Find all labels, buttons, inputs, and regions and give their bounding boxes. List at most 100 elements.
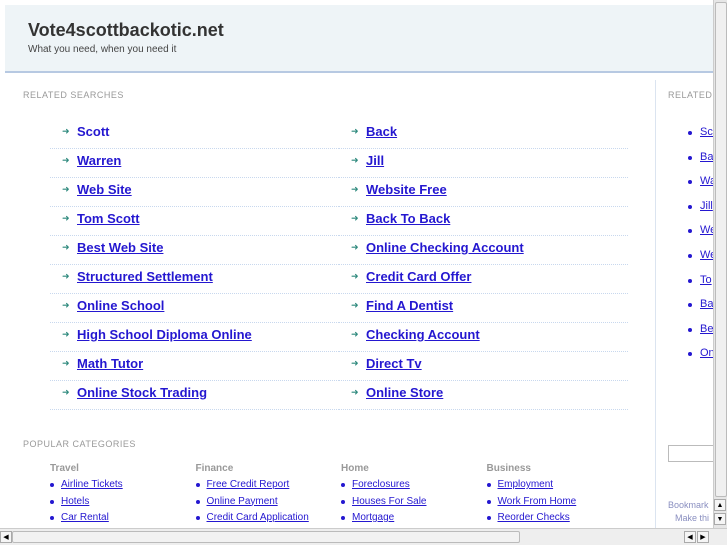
related-search-item[interactable]: ➜ High School Diploma Online: [50, 323, 339, 352]
scroll-down-button[interactable]: ▼: [714, 513, 726, 525]
sidebar-item[interactable]: Sco: [688, 126, 713, 138]
scroll-left-button[interactable]: ◀: [0, 531, 12, 543]
category-item[interactable]: Hotels: [50, 496, 123, 513]
related-search-item[interactable]: ➜ Web Site: [50, 178, 339, 207]
sidebar-item[interactable]: Wa: [688, 175, 713, 187]
related-search-item[interactable]: ➜ Structured Settlement: [50, 265, 339, 294]
category-item[interactable]: Credit Card Application: [195, 512, 309, 528]
related-search-link[interactable]: Back To Back: [366, 211, 450, 226]
sidebar-link[interactable]: Wa: [700, 175, 713, 187]
related-search-link[interactable]: Scott: [77, 124, 110, 139]
sidebar-link[interactable]: Bac: [700, 298, 713, 310]
category-link[interactable]: Airline Tickets: [61, 479, 123, 490]
related-search-link[interactable]: Online School: [77, 298, 164, 313]
sidebar-item[interactable]: We: [688, 249, 713, 261]
related-search-item[interactable]: ➜ Direct Tv: [339, 352, 628, 381]
category-link[interactable]: Mortgage: [352, 512, 394, 523]
category-link[interactable]: Reorder Checks: [498, 512, 570, 523]
related-search-link[interactable]: Checking Account: [366, 327, 480, 342]
category-link[interactable]: Work From Home: [498, 496, 577, 507]
horizontal-scroll-thumb[interactable]: [12, 531, 520, 543]
sidebar-item[interactable]: Jill: [688, 200, 713, 212]
related-search-item[interactable]: ➜ Find A Dentist: [339, 294, 628, 323]
category-item[interactable]: Online Payment: [195, 496, 309, 513]
related-search-item[interactable]: ➜ Best Web Site: [50, 236, 339, 265]
category-item[interactable]: Car Rental: [50, 512, 123, 528]
related-search-link[interactable]: Math Tutor: [77, 356, 143, 371]
related-search-item[interactable]: ➜ Back To Back: [339, 207, 628, 236]
sidebar-link[interactable]: Jill: [700, 200, 713, 212]
related-search-link[interactable]: Back: [366, 124, 397, 139]
vertical-scrollbar[interactable]: ▲ ▼: [713, 0, 727, 528]
bullet-icon: [688, 204, 692, 209]
category-item[interactable]: Foreclosures: [341, 479, 426, 496]
sidebar-item[interactable]: Bes: [688, 323, 713, 335]
related-search-item[interactable]: ➜ Checking Account: [339, 323, 628, 352]
related-search-link[interactable]: Tom Scott: [77, 211, 140, 226]
related-search-item[interactable]: ➜ Online Stock Trading: [50, 381, 339, 410]
category-item[interactable]: Reorder Checks: [486, 512, 577, 528]
related-search-link[interactable]: Direct Tv: [366, 356, 422, 371]
category-item[interactable]: Mortgage: [341, 512, 426, 528]
category-link[interactable]: Employment: [498, 479, 554, 490]
category-link[interactable]: Foreclosures: [352, 479, 410, 490]
category-item[interactable]: Employment: [486, 479, 577, 496]
related-search-item[interactable]: ➜ Warren: [50, 149, 339, 178]
site-title: Vote4scottbackotic.net: [28, 20, 224, 40]
related-search-item[interactable]: ➜ Jill: [339, 149, 628, 178]
category-link[interactable]: Car Rental: [61, 512, 109, 523]
sidebar-item[interactable]: To: [688, 274, 713, 286]
related-search-link[interactable]: Jill: [366, 153, 384, 168]
related-search-item[interactable]: ➜ Back: [339, 120, 628, 149]
sidebar-link[interactable]: Sco: [700, 126, 713, 138]
related-search-item[interactable]: ➜ Online Store: [339, 381, 628, 410]
vertical-scroll-thumb[interactable]: [715, 2, 727, 497]
related-search-item[interactable]: ➜ Scott: [50, 120, 339, 149]
related-search-link[interactable]: Online Store: [366, 385, 443, 400]
category-link[interactable]: Credit Card Application: [207, 512, 309, 523]
related-search-item[interactable]: ➜ Online Checking Account: [339, 236, 628, 265]
sidebar-item[interactable]: Bac: [688, 151, 713, 163]
related-search-item[interactable]: ➜ Online School: [50, 294, 339, 323]
scroll-left-button-2[interactable]: ◀: [684, 531, 696, 543]
related-search-link[interactable]: Online Checking Account: [366, 240, 524, 255]
related-search-link[interactable]: Credit Card Offer: [366, 269, 471, 284]
related-search-link[interactable]: Structured Settlement: [77, 269, 213, 284]
related-search-item[interactable]: ➜ Math Tutor: [50, 352, 339, 381]
sidebar-link[interactable]: We: [700, 249, 713, 261]
category-item[interactable]: Houses For Sale: [341, 496, 426, 513]
search-input[interactable]: [668, 445, 713, 462]
category-item[interactable]: Work From Home: [486, 496, 577, 513]
bookmark-link[interactable]: Bookmark: [668, 500, 709, 510]
related-search-link[interactable]: Best Web Site: [77, 240, 163, 255]
related-search-link[interactable]: High School Diploma Online: [77, 327, 252, 342]
sidebar-item[interactable]: Bac: [688, 298, 713, 310]
related-search-link[interactable]: Online Stock Trading: [77, 385, 207, 400]
category-link[interactable]: Houses For Sale: [352, 496, 426, 507]
sidebar-item[interactable]: We: [688, 224, 713, 236]
related-search-link[interactable]: Warren: [77, 153, 121, 168]
related-search-item[interactable]: ➜ Credit Card Offer: [339, 265, 628, 294]
sidebar-link[interactable]: We: [700, 224, 713, 236]
related-search-link[interactable]: Web Site: [77, 182, 132, 197]
category-item[interactable]: Airline Tickets: [50, 479, 123, 496]
related-search-item[interactable]: ➜ Website Free: [339, 178, 628, 207]
category-link[interactable]: Free Credit Report: [207, 479, 290, 490]
scroll-up-button[interactable]: ▲: [714, 499, 726, 511]
horizontal-scrollbar[interactable]: ◀ ◀ ▶: [0, 528, 727, 545]
bullet-icon: [50, 483, 54, 487]
related-search-link[interactable]: Website Free: [366, 182, 447, 197]
scroll-right-button[interactable]: ▶: [697, 531, 709, 543]
make-homepage-link[interactable]: Make thi: [675, 513, 709, 523]
category-item[interactable]: Free Credit Report: [195, 479, 309, 496]
related-search-item[interactable]: ➜ Tom Scott: [50, 207, 339, 236]
category-link[interactable]: Hotels: [61, 496, 89, 507]
related-search-link[interactable]: Find A Dentist: [366, 298, 453, 313]
sidebar-link[interactable]: To: [700, 274, 712, 286]
category-link[interactable]: Online Payment: [207, 496, 278, 507]
bullet-icon: [341, 516, 345, 520]
sidebar-item[interactable]: Onl: [688, 347, 713, 359]
sidebar-link[interactable]: Bes: [700, 323, 713, 335]
sidebar-link[interactable]: Bac: [700, 151, 713, 163]
sidebar-link[interactable]: Onl: [700, 347, 713, 359]
